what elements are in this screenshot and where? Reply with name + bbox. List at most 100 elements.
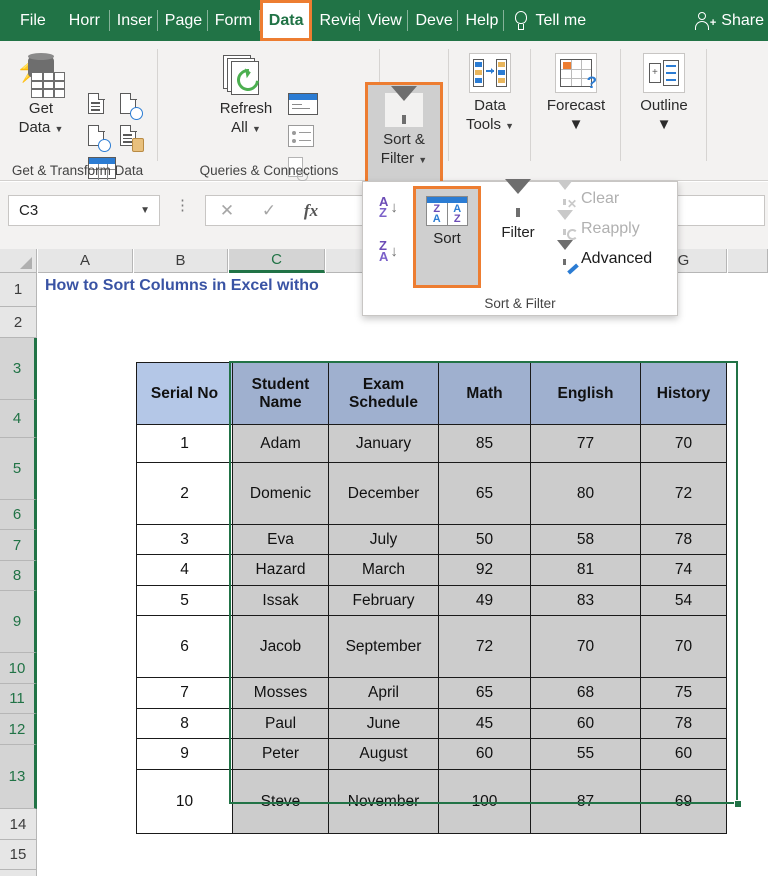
from-web-icon[interactable] (88, 125, 111, 152)
cell-english[interactable]: 77 (530, 424, 641, 463)
row-header-2[interactable]: 2 (0, 307, 37, 338)
enter-button[interactable]: ✓ (248, 201, 290, 221)
reapply-button[interactable]: Reapply (557, 210, 640, 240)
cell-name[interactable]: Eva (232, 524, 329, 555)
cell-math[interactable]: 50 (438, 524, 531, 555)
cell-name[interactable]: Jacob (232, 615, 329, 678)
cell-name[interactable]: Domenic (232, 462, 329, 525)
tab-page-layout[interactable]: Page (158, 0, 208, 41)
tab-view[interactable]: View (360, 0, 409, 41)
data-table[interactable]: Serial No Student Name Exam Schedule Mat… (136, 362, 727, 834)
header-student-name[interactable]: Student Name (232, 362, 329, 425)
tab-review[interactable]: Revie (312, 0, 361, 41)
cell-history[interactable]: 54 (640, 585, 727, 616)
header-english[interactable]: English (530, 362, 641, 425)
cell-exam[interactable]: January (328, 424, 439, 463)
sort-a-to-z-button[interactable]: A Z ↓ (379, 195, 398, 219)
cell-name[interactable]: Peter (232, 738, 329, 770)
cell-math[interactable]: 85 (438, 424, 531, 463)
row-header-10[interactable]: 10 (0, 653, 37, 684)
cell-name[interactable]: Issak (232, 585, 329, 616)
cell-area[interactable]: How to Sort Columns in Excel witho Seria… (38, 273, 768, 876)
cell-exam[interactable]: August (328, 738, 439, 770)
cell-name[interactable]: Hazard (232, 554, 329, 586)
cell-name[interactable]: Steve (232, 769, 329, 834)
cell-exam[interactable]: June (328, 708, 439, 739)
refresh-all-button[interactable]: Refresh All ▼ (210, 53, 282, 139)
cell-math[interactable]: 45 (438, 708, 531, 739)
column-header-h[interactable] (728, 249, 768, 273)
cell-exam[interactable]: November (328, 769, 439, 834)
tell-me-search[interactable]: Tell me (514, 0, 586, 41)
name-box[interactable]: C3 ▼ (8, 195, 160, 226)
cell-history[interactable]: 72 (640, 462, 727, 525)
cell-math[interactable]: 92 (438, 554, 531, 586)
cell-serial[interactable]: 5 (136, 585, 233, 616)
cell-exam[interactable]: July (328, 524, 439, 555)
cell-math[interactable]: 100 (438, 769, 531, 834)
row-header-13[interactable]: 13 (0, 745, 37, 809)
row-header-14[interactable]: 14 (0, 809, 37, 840)
header-serial-no[interactable]: Serial No (136, 362, 233, 425)
from-web-recent-icon[interactable] (120, 93, 143, 120)
row-header-16[interactable]: 16 (0, 870, 37, 876)
cell-english[interactable]: 68 (530, 677, 641, 709)
cell-exam[interactable]: April (328, 677, 439, 709)
cell-math[interactable]: 65 (438, 677, 531, 709)
cell-english[interactable]: 70 (530, 615, 641, 678)
cell-exam[interactable]: September (328, 615, 439, 678)
cell-english[interactable]: 87 (530, 769, 641, 834)
cell-english[interactable]: 60 (530, 708, 641, 739)
get-data-button[interactable]: ⚡ Get Data ▼ (10, 53, 72, 139)
row-header-15[interactable]: 15 (0, 840, 37, 870)
forecast-button[interactable]: ? Forecast ▼ (544, 53, 608, 134)
outline-button[interactable]: + Outline ▼ (632, 53, 696, 134)
sort-button[interactable]: Z A A Z Sort (415, 188, 479, 286)
existing-connections-icon[interactable] (120, 125, 144, 152)
cell-history[interactable]: 74 (640, 554, 727, 586)
cell-english[interactable]: 81 (530, 554, 641, 586)
row-header-4[interactable]: 4 (0, 400, 37, 438)
cell-exam[interactable]: March (328, 554, 439, 586)
cell-math[interactable]: 60 (438, 738, 531, 770)
cell-english[interactable]: 58 (530, 524, 641, 555)
cell-history[interactable]: 69 (640, 769, 727, 834)
cell-serial[interactable]: 2 (136, 462, 233, 525)
fill-handle[interactable] (734, 800, 742, 808)
cell-english[interactable]: 55 (530, 738, 641, 770)
cell-exam[interactable]: December (328, 462, 439, 525)
sort-z-to-a-button[interactable]: Z A ↓ (379, 239, 398, 263)
row-header-1[interactable]: 1 (0, 273, 37, 307)
cell-serial[interactable]: 10 (136, 769, 233, 834)
cell-serial[interactable]: 4 (136, 554, 233, 586)
cell-history[interactable]: 60 (640, 738, 727, 770)
cell-history[interactable]: 75 (640, 677, 727, 709)
cell-name[interactable]: Paul (232, 708, 329, 739)
cell-history[interactable]: 78 (640, 708, 727, 739)
cell-math[interactable]: 72 (438, 615, 531, 678)
row-header-8[interactable]: 8 (0, 561, 37, 591)
clear-button[interactable]: ✕ Clear (557, 180, 619, 210)
cell-english[interactable]: 83 (530, 585, 641, 616)
cell-name[interactable]: Adam (232, 424, 329, 463)
row-header-7[interactable]: 7 (0, 530, 37, 561)
column-header-c[interactable]: C (229, 249, 325, 273)
cell-math[interactable]: 49 (438, 585, 531, 616)
tab-file[interactable]: File (0, 0, 62, 41)
cell-math[interactable]: 65 (438, 462, 531, 525)
cell-history[interactable]: 78 (640, 524, 727, 555)
share-button[interactable]: + Share (695, 0, 768, 41)
header-math[interactable]: Math (438, 362, 531, 425)
cell-serial[interactable]: 8 (136, 708, 233, 739)
cell-english[interactable]: 80 (530, 462, 641, 525)
queries-connections-icon[interactable] (288, 93, 318, 115)
row-header-3[interactable]: 3 (0, 338, 37, 400)
formula-bar-handle[interactable]: ⋮ (175, 198, 190, 213)
title-cell-a1[interactable]: How to Sort Columns in Excel witho (45, 277, 319, 295)
properties-icon[interactable] (288, 125, 314, 147)
cell-serial[interactable]: 6 (136, 615, 233, 678)
sort-filter-button[interactable]: Sort & Filter ▼ (372, 86, 436, 170)
row-header-6[interactable]: 6 (0, 500, 37, 530)
tab-data[interactable]: Data (259, 0, 313, 41)
cell-name[interactable]: Mosses (232, 677, 329, 709)
